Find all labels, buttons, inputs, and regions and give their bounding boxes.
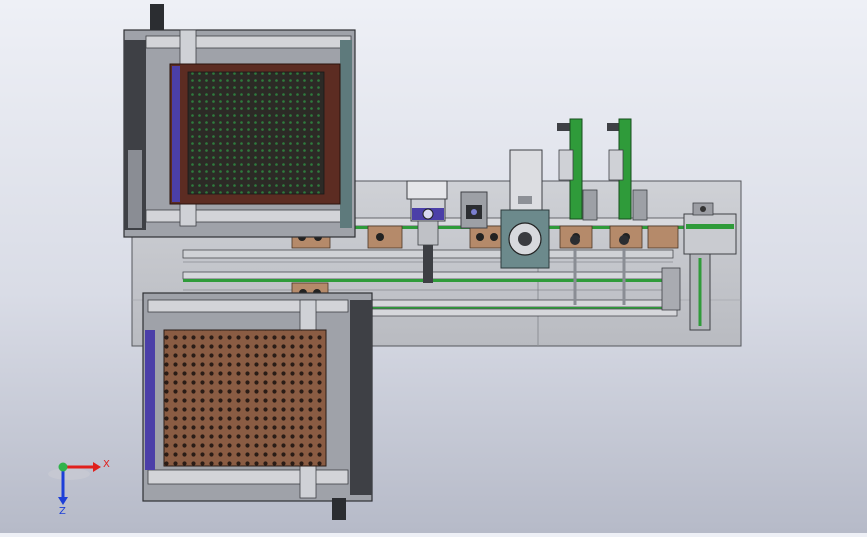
x-axis-label: X: [103, 459, 110, 470]
z-axis-head: [58, 497, 68, 505]
axis-triad: X Z: [48, 459, 110, 517]
y-axis-origin: [58, 462, 68, 472]
z-axis-label: Z: [59, 506, 66, 517]
cad-viewport[interactable]: X Z: [0, 0, 867, 533]
machine-assembly-drawing: X Z: [48, 4, 742, 520]
x-axis-head: [93, 462, 101, 472]
lower-tray-module: [142, 292, 373, 520]
upper-tray-module: [123, 4, 356, 238]
